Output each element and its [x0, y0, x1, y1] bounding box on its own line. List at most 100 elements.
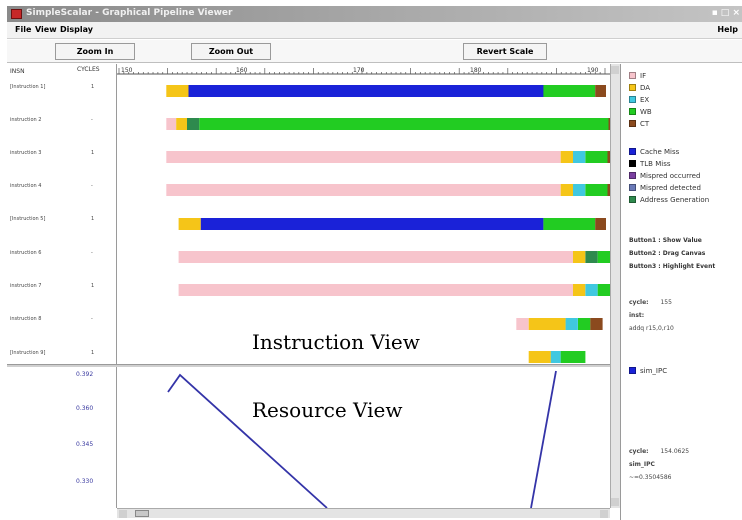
pipeline-segment — [585, 151, 608, 163]
help-button2: Button2 : Drag Canvas — [629, 250, 706, 257]
horizontal-scrollbar[interactable] — [117, 508, 610, 518]
inst-value: addq r15,0,r10 — [629, 325, 674, 332]
legend-swatch — [629, 96, 636, 103]
pipeline-segment — [595, 85, 606, 97]
pipeline-segment — [543, 85, 596, 97]
scroll-left-arrow[interactable] — [119, 510, 127, 518]
cycle-tick-label: 150 — [121, 67, 133, 74]
pipeline-segment — [573, 284, 586, 296]
zoom-in-button[interactable]: Zoom In — [55, 43, 135, 60]
app-icon — [11, 9, 22, 19]
pipeline-segment — [565, 318, 578, 330]
pipeline-segment — [543, 218, 596, 230]
resource-cycle-info: cycle: 154.0625 — [629, 448, 690, 455]
resource-y-tick: 0.392 — [76, 371, 94, 378]
pipeline-segment — [585, 184, 608, 196]
instruction-row-label: instruction 7 — [10, 283, 42, 289]
legend-stage-item: IF — [629, 72, 646, 80]
legend-swatch — [629, 120, 636, 127]
legend-swatch — [629, 72, 636, 79]
resource-view-canvas[interactable] — [117, 367, 610, 508]
legend-event-item: Mispred occurred — [629, 172, 700, 180]
scroll-down-arrow[interactable] — [611, 498, 619, 506]
legend-stage-item: WB — [629, 108, 652, 116]
legend-swatch — [629, 148, 636, 155]
insn-axis-label: INSN — [10, 68, 25, 75]
cycle-tick-label: 180 — [470, 67, 482, 74]
pipeline-segment — [550, 351, 561, 363]
pipeline-segment — [585, 251, 598, 263]
cycle-tick-label: 170 — [353, 67, 365, 74]
instruction-row-label: [Instruction 1] — [10, 84, 46, 90]
instruction-row-tick: - — [91, 316, 93, 322]
legend-event-item: Cache Miss — [629, 148, 679, 156]
vertical-scrollbar[interactable] — [610, 64, 620, 508]
pipeline-segment — [573, 151, 586, 163]
cycle-tick-label: 190 — [587, 67, 599, 74]
resource-y-tick: 0.360 — [76, 405, 94, 412]
legend-swatch — [629, 184, 636, 191]
menu-bar: File View Display Help — [7, 22, 742, 39]
instruction-row-tick: 1 — [91, 283, 95, 289]
instruction-label-panel: INSN CYCLES [Instruction 1] 1 instruction … — [7, 64, 117, 508]
instruction-row-tick: - — [91, 250, 93, 256]
pipeline-segment — [166, 151, 561, 163]
pipeline-segment — [585, 284, 598, 296]
toolbar: Zoom In Zoom Out Revert Scale — [7, 40, 742, 63]
instruction-row-tick: 1 — [91, 350, 95, 356]
pipeline-segment — [178, 284, 573, 296]
zoom-out-button[interactable]: Zoom Out — [191, 43, 271, 60]
pipeline-segment — [176, 118, 187, 130]
pipeline-segment — [166, 184, 561, 196]
legend-swatch — [629, 84, 636, 91]
pipeline-segment — [528, 351, 551, 363]
resource-view-label: Resource View — [252, 398, 403, 422]
pipeline-segment — [166, 118, 177, 130]
pipeline-segment — [516, 318, 529, 330]
legend-swatch — [629, 196, 636, 203]
instruction-view-label: Instruction View — [252, 330, 420, 354]
legend-stage-item: CT — [629, 120, 649, 128]
pipeline-segment — [166, 85, 189, 97]
legend-stage-item: DA — [629, 84, 650, 92]
cycle-tick-label: 160 — [236, 67, 248, 74]
pipeline-segment — [573, 184, 586, 196]
scroll-right-arrow[interactable] — [600, 510, 608, 518]
pipeline-segment — [188, 85, 544, 97]
scroll-up-arrow[interactable] — [611, 66, 619, 74]
menu-display[interactable]: Display — [60, 25, 93, 34]
window-title: SimpleScalar - Graphical Pipeline Viewer — [26, 8, 233, 18]
resource-cycle-value: 154.0625 — [660, 448, 690, 455]
legend-event-item: Mispred detected — [629, 184, 701, 192]
pipeline-segment — [178, 218, 201, 230]
pipeline-segment — [578, 318, 591, 330]
resource-series-value: ~=0.3504586 — [629, 474, 672, 481]
legend-panel: IF DA EX WB CT Cache Miss TLB Miss Mispred occ… — [620, 64, 742, 520]
cycles-axis-label: CYCLES — [77, 66, 100, 73]
menu-view[interactable]: View — [35, 25, 57, 34]
help-button3: Button3 : Highlight Event — [629, 263, 716, 270]
legend-swatch — [629, 108, 636, 115]
revert-scale-button[interactable]: Revert Scale — [463, 43, 547, 60]
pipeline-segment — [560, 351, 586, 363]
pipeline-segment — [528, 318, 566, 330]
pipeline-segment — [597, 251, 610, 263]
legend-event-item: Address Generation — [629, 196, 709, 204]
menu-file[interactable]: File — [15, 25, 31, 34]
window-titlebar: SimpleScalar - Graphical Pipeline Viewer… — [7, 6, 742, 22]
instruction-row-tick: 1 — [91, 84, 95, 90]
instruction-row-label: instruction 4 — [10, 183, 42, 189]
instruction-row-tick: - — [91, 117, 93, 123]
instruction-row-label: instruction 6 — [10, 250, 42, 256]
instruction-row-tick: 1 — [91, 216, 95, 222]
instruction-row-label: instruction 2 — [10, 117, 42, 123]
pipeline-segment — [595, 218, 606, 230]
horizontal-scroll-thumb[interactable] — [135, 510, 149, 517]
instruction-row-tick: - — [91, 183, 93, 189]
instruction-row-label: [Instruction 5] — [10, 216, 46, 222]
menu-help[interactable]: Help — [717, 25, 738, 34]
cycle-axis: 150 160 170 180 190 — [117, 67, 610, 75]
window-controls[interactable]: ▪ □ × — [712, 8, 740, 18]
instruction-row-tick: 1 — [91, 150, 95, 156]
instruction-view-canvas[interactable] — [117, 78, 610, 364]
